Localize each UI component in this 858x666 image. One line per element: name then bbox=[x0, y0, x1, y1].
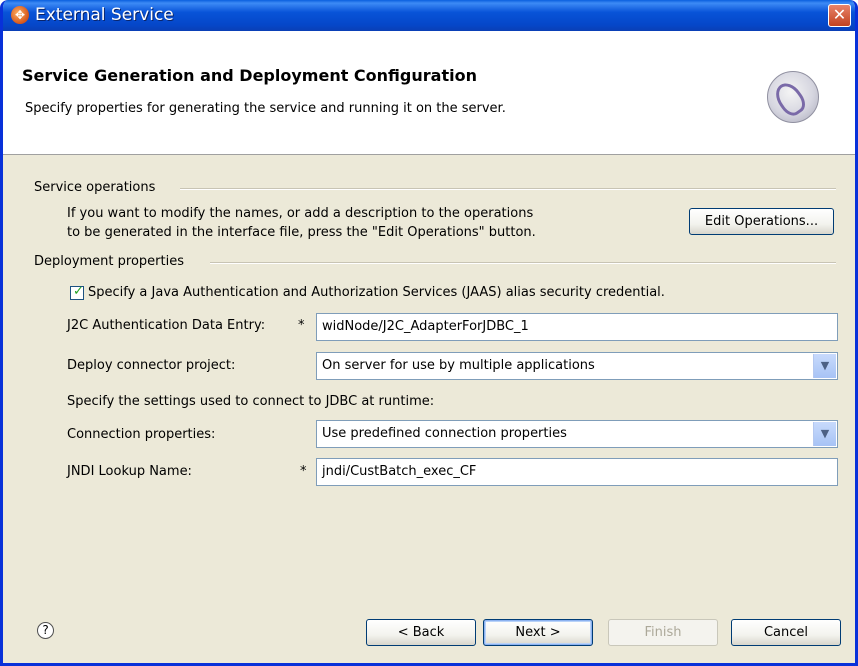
next-button[interactable]: Next > bbox=[483, 619, 593, 646]
service-operations-description-2: to be generated in the interface file, p… bbox=[67, 225, 536, 240]
deploy-connector-select[interactable]: On server for use by multiple applicatio… bbox=[316, 352, 838, 380]
jaas-checkbox[interactable]: ✓ bbox=[70, 284, 84, 300]
deploy-connector-label: Deploy connector project: bbox=[67, 358, 236, 373]
runtime-settings-text: Specify the settings used to connect to … bbox=[67, 394, 435, 409]
deployment-properties-divider bbox=[210, 262, 836, 264]
wizard-banner-icon bbox=[767, 71, 819, 123]
page-title: Service Generation and Deployment Config… bbox=[22, 66, 477, 85]
back-button[interactable]: < Back bbox=[366, 619, 476, 646]
deployment-properties-label: Deployment properties bbox=[34, 254, 184, 269]
connection-properties-label: Connection properties: bbox=[67, 427, 216, 442]
close-button[interactable]: ✕ bbox=[828, 4, 851, 27]
window-title: External Service bbox=[35, 5, 174, 25]
external-service-icon: ✥ bbox=[11, 6, 29, 24]
jndi-lookup-label: JNDI Lookup Name: bbox=[67, 464, 192, 479]
j2c-auth-data-field[interactable]: widNode/J2C_AdapterForJDBC_1 bbox=[316, 313, 838, 341]
finish-button[interactable]: Finish bbox=[608, 619, 718, 646]
j2c-required-marker: * bbox=[298, 318, 305, 333]
service-operations-label: Service operations bbox=[34, 180, 156, 195]
j2c-label: J2C Authentication Data Entry: bbox=[67, 318, 266, 333]
chevron-down-icon[interactable]: ▼ bbox=[813, 354, 836, 378]
title-bar[interactable]: ✥ External Service ✕ bbox=[3, 0, 855, 31]
service-operations-divider bbox=[180, 188, 836, 190]
page-description: Specify properties for generating the se… bbox=[25, 101, 506, 116]
edit-operations-button[interactable]: Edit Operations... bbox=[689, 208, 834, 235]
jaas-checkbox-label[interactable]: Specify a Java Authentication and Author… bbox=[88, 285, 665, 300]
wizard-header: Service Generation and Deployment Config… bbox=[3, 31, 855, 155]
service-operations-description-1: If you want to modify the names, or add … bbox=[67, 206, 534, 221]
chevron-down-icon[interactable]: ▼ bbox=[813, 422, 836, 446]
jndi-required-marker: * bbox=[300, 464, 307, 479]
cancel-button[interactable]: Cancel bbox=[731, 619, 841, 646]
connection-properties-value: Use predefined connection properties bbox=[322, 426, 567, 441]
deploy-connector-value: On server for use by multiple applicatio… bbox=[322, 358, 595, 373]
external-service-dialog: ✥ External Service ✕ Service Generation … bbox=[0, 0, 858, 666]
connection-properties-select[interactable]: Use predefined connection properties ▼ bbox=[316, 420, 838, 448]
checkmark-icon: ✓ bbox=[73, 284, 84, 299]
help-icon[interactable]: ? bbox=[37, 622, 54, 639]
jndi-lookup-field[interactable]: jndi/CustBatch_exec_CF bbox=[316, 458, 838, 486]
